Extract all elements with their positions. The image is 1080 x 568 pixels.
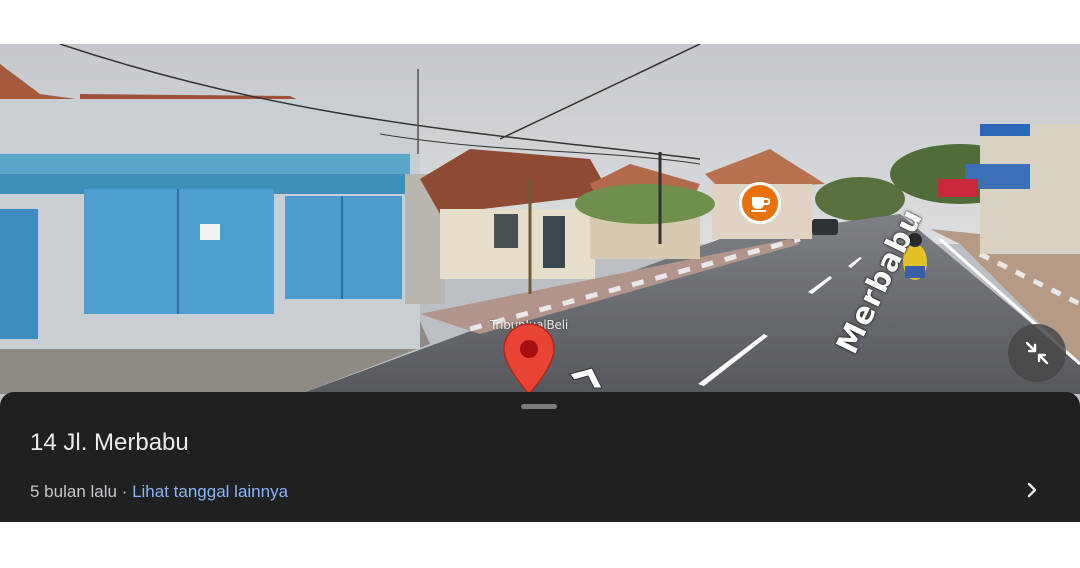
coffee-cup-icon [751,197,770,212]
exit-fullscreen-icon [1025,341,1049,365]
imagery-date-row: 5 bulan lalu · Lihat tanggal lainnya [30,482,288,502]
place-title: 14 Jl. Merbabu [30,429,189,456]
street-view-panorama[interactable]: TribunJualBeli Merbabu 14 Jl. Merbabu 5 … [0,44,1080,522]
imagery-date: 5 bulan lalu [30,482,117,501]
separator: · [116,482,133,501]
exit-fullscreen-button[interactable] [1008,324,1066,382]
chevron-right-icon[interactable] [1020,478,1044,502]
bottom-sheet: 14 Jl. Merbabu 5 bulan lalu · Lihat tang… [0,392,1080,522]
navigation-arrow-icon[interactable] [566,362,606,392]
location-pin-icon [503,323,555,396]
cafe-marker[interactable] [739,182,781,224]
see-more-dates-link[interactable]: Lihat tanggal lainnya [132,482,288,501]
sheet-drag-handle[interactable] [521,404,557,409]
